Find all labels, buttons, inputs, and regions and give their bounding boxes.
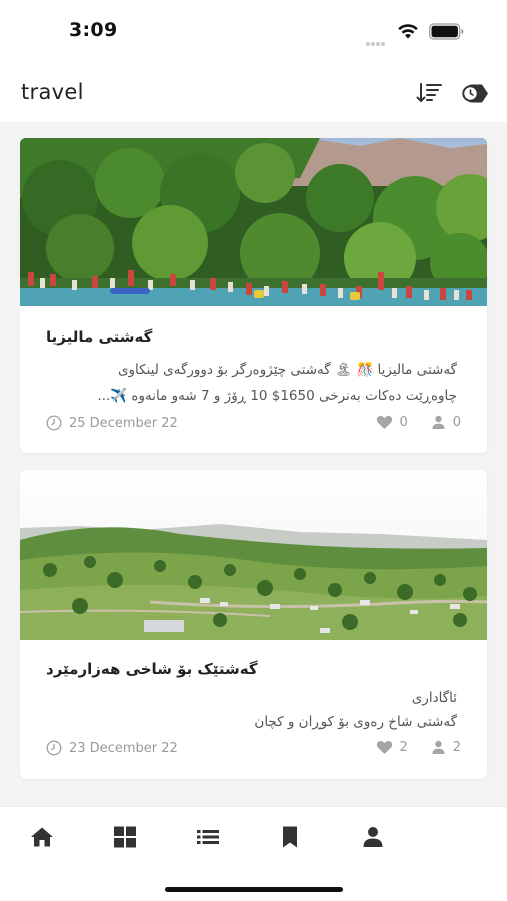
trip-description-line: گەشتی مالیزیا 🎊 🏝 گەشتی چێژوەرگر بۆ دوور… bbox=[117, 362, 457, 378]
trip-card[interactable]: گەشتی مالیزیا گەشتی مالیزیا 🎊 🏝 گەشتی چێ… bbox=[20, 138, 487, 453]
trip-date-text: 25 December 22 bbox=[69, 415, 178, 431]
trip-date: 25 December 22 bbox=[46, 415, 178, 431]
nav-categories-button[interactable] bbox=[112, 825, 138, 849]
sort-button[interactable] bbox=[415, 80, 443, 106]
trip-list[interactable]: گەشتی مالیزیا گەشتی مالیزیا 🎊 🏝 گەشتی چێ… bbox=[0, 122, 507, 806]
person-icon bbox=[432, 740, 445, 754]
trip-date: 23 December 22 bbox=[46, 740, 178, 756]
app-bar: travel bbox=[0, 62, 507, 122]
bottom-nav bbox=[0, 806, 507, 901]
heart-icon[interactable] bbox=[376, 415, 393, 430]
tag-icon bbox=[462, 84, 488, 103]
status-bar: 3:09 bbox=[0, 0, 507, 62]
trip-meta: 23 December 22 2 2 bbox=[46, 740, 461, 760]
wifi-icon bbox=[398, 24, 418, 39]
trip-stats: 0 0 bbox=[376, 415, 461, 430]
home-icon bbox=[31, 827, 53, 847]
trip-stats: 2 2 bbox=[376, 740, 461, 755]
home-indicator bbox=[165, 887, 343, 892]
trip-title: گەشتێک بۆ شاخی هەزارمێرد bbox=[46, 660, 258, 678]
member-count: 2 bbox=[452, 740, 461, 755]
page-title: travel bbox=[21, 80, 84, 104]
trip-date-text: 23 December 22 bbox=[69, 740, 178, 756]
member-count: 0 bbox=[452, 415, 461, 430]
status-time: 3:09 bbox=[69, 19, 118, 41]
trip-meta: 25 December 22 0 0 bbox=[46, 415, 461, 435]
like-count: 0 bbox=[399, 415, 408, 430]
like-count: 2 bbox=[399, 740, 408, 755]
trip-photo bbox=[20, 138, 487, 306]
grid-icon bbox=[114, 826, 136, 848]
tag-filter-button[interactable] bbox=[461, 81, 489, 107]
heart-icon[interactable] bbox=[376, 740, 393, 755]
battery-icon bbox=[429, 23, 464, 40]
trip-card[interactable]: گەشتێک بۆ شاخی هەزارمێرد ئاگاداری گەشتی … bbox=[20, 470, 487, 779]
clock-icon bbox=[46, 415, 62, 431]
person-icon bbox=[432, 415, 445, 429]
trip-title: گەشتی مالیزیا bbox=[46, 328, 153, 346]
trip-description: ئاگاداری گەشتی شاخ رەوی بۆ کوڕان و کچان bbox=[46, 686, 457, 734]
nav-bookmarks-button[interactable] bbox=[277, 825, 303, 849]
trip-photo bbox=[20, 470, 487, 640]
bookmark-icon bbox=[283, 826, 297, 848]
cellular-signal-icon bbox=[366, 31, 388, 46]
trip-description-line: ئاگاداری bbox=[411, 690, 457, 706]
nav-home-button[interactable] bbox=[29, 825, 55, 849]
list-icon bbox=[197, 830, 219, 844]
nav-profile-button[interactable] bbox=[360, 825, 386, 849]
nav-list-button[interactable] bbox=[195, 825, 221, 849]
trip-description: گەشتی مالیزیا 🎊 🏝 گەشتی چێژوەرگر بۆ دوور… bbox=[46, 357, 457, 409]
clock-icon bbox=[46, 740, 62, 756]
person-icon bbox=[363, 827, 383, 847]
trip-description-line: گەشتی شاخ رەوی بۆ کوڕان و کچان bbox=[254, 714, 457, 730]
sort-icon bbox=[416, 83, 442, 103]
trip-description-line: چاوەڕێت دەکات بەنرخی 1650$ 10 ڕۆژ و 7 شە… bbox=[97, 388, 457, 404]
